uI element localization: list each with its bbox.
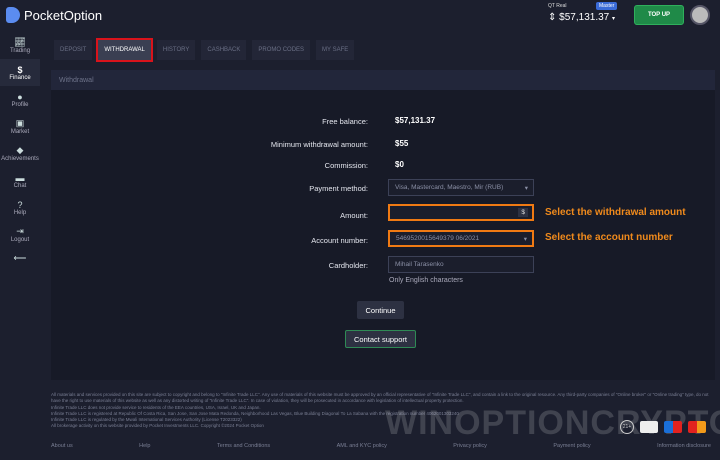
footer-link-help[interactable]: Help bbox=[139, 443, 150, 449]
commission-value: $0 bbox=[395, 160, 404, 169]
chevron-down-icon: ▾ bbox=[612, 16, 616, 22]
annotation-account: Select the account number bbox=[545, 232, 673, 243]
amount-label: Amount: bbox=[340, 211, 368, 220]
sidebar-item-help[interactable]: ? Help bbox=[0, 194, 40, 221]
logo-icon bbox=[6, 7, 20, 23]
account-badge: Master bbox=[596, 2, 618, 10]
sidebar-item-label: Chat bbox=[13, 182, 27, 189]
tab-history[interactable]: HISTORY bbox=[156, 40, 196, 60]
top-up-label: TOP UP bbox=[647, 12, 671, 18]
contact-support-button[interactable]: Contact support bbox=[345, 330, 416, 348]
tab-promo-codes[interactable]: PROMO CODES bbox=[252, 40, 311, 60]
withdrawal-panel: Withdrawal Free balance: $57,131.37 Mini… bbox=[51, 70, 715, 380]
cardholder-value: Mihail Tarasenko bbox=[395, 261, 444, 268]
tab-deposit[interactable]: DEPOSIT bbox=[54, 40, 93, 60]
footer-link-about[interactable]: About us bbox=[51, 443, 73, 449]
account-number-value: 5469520015649379 06/2021 bbox=[396, 235, 480, 242]
cardholder-input[interactable]: Mihail Tarasenko bbox=[388, 256, 534, 273]
sidebar: 📈︎ Trading $ Finance ● Profile ▣ Market ◆ Ach… bbox=[0, 32, 40, 272]
sidebar-item-chat[interactable]: ▬ Chat bbox=[0, 167, 40, 194]
age-badge: 21+ bbox=[620, 420, 634, 434]
finance-tabs: DEPOSIT WITHDRAWAL HISTORY CASHBACK PROM… bbox=[54, 38, 355, 62]
diamond-icon: ◆ bbox=[16, 145, 24, 155]
chevron-down-icon: ▾ bbox=[524, 184, 528, 192]
account-number-select[interactable]: 5469520015649379 06/2021 ▾ bbox=[388, 230, 534, 247]
panel-title: Withdrawal bbox=[51, 70, 715, 90]
balance-value: $57,131.37 bbox=[559, 12, 610, 23]
sidebar-item-label: Trading bbox=[9, 48, 31, 54]
currency-label: $ bbox=[518, 208, 528, 217]
payment-method-value: Visa, Mastercard, Maestro, Mir (RUB) bbox=[395, 184, 504, 191]
mastercard-icon bbox=[688, 421, 706, 433]
logo[interactable]: PocketOption bbox=[6, 7, 102, 23]
annotation-amount: Select the withdrawal amount bbox=[545, 207, 686, 218]
tab-cashback[interactable]: CASHBACK bbox=[201, 40, 247, 60]
sidebar-item-label: Profile bbox=[11, 101, 29, 108]
balance: ⇕ $57,131.37 ▾ bbox=[548, 12, 616, 23]
sidebar-item-trading[interactable]: 📈︎ Trading bbox=[0, 32, 40, 59]
top-bar: PocketOption QT Real ⇕ $57,131.37 ▾ Maste… bbox=[0, 0, 720, 32]
maestro-icon bbox=[664, 421, 682, 433]
chart-icon: 📈︎ bbox=[14, 37, 26, 47]
free-balance-value: $57,131.37 bbox=[395, 116, 436, 125]
footer-link-terms[interactable]: Terms and Conditions bbox=[217, 443, 270, 449]
sidebar-item-finance[interactable]: $ Finance bbox=[0, 59, 40, 86]
brand-name: PocketOption bbox=[24, 7, 103, 23]
cardholder-label: Cardholder: bbox=[328, 261, 368, 270]
tab-withdrawal[interactable]: WITHDRAWAL bbox=[96, 38, 153, 62]
person-icon: ● bbox=[17, 91, 23, 102]
payment-method-label: Payment method: bbox=[309, 184, 368, 193]
sidebar-item-achievements[interactable]: ◆ Achievements bbox=[0, 140, 40, 167]
top-up-button[interactable]: TOP UP bbox=[634, 5, 684, 25]
collapse-sidebar-button[interactable]: ⟵ bbox=[0, 248, 40, 268]
cardholder-hint: Only English characters bbox=[389, 277, 463, 284]
sidebar-item-label: Achievements bbox=[1, 156, 39, 162]
sidebar-item-label: Help bbox=[13, 209, 27, 216]
amount-input[interactable]: $ bbox=[388, 204, 534, 221]
dollar-icon: $ bbox=[17, 64, 23, 75]
cart-icon: ▣ bbox=[15, 118, 25, 128]
continue-button[interactable]: Continue bbox=[357, 301, 404, 319]
visa-icon bbox=[640, 421, 658, 433]
sidebar-item-label: Logout bbox=[10, 237, 30, 243]
footer-link-privacy[interactable]: Privacy policy bbox=[453, 443, 487, 449]
logout-icon: ⇥ bbox=[16, 226, 24, 236]
free-balance-label: Free balance: bbox=[322, 117, 368, 126]
payment-method-select[interactable]: Visa, Mastercard, Maestro, Mir (RUB) ▾ bbox=[388, 179, 534, 196]
min-withdrawal-label: Minimum withdrawal amount: bbox=[270, 140, 368, 149]
avatar[interactable] bbox=[690, 5, 710, 25]
payment-logos: 21+ bbox=[620, 420, 706, 434]
chat-icon: ▬ bbox=[15, 172, 25, 183]
min-withdrawal-value: $55 bbox=[395, 139, 409, 148]
chevron-down-icon: ▾ bbox=[523, 235, 527, 243]
arrow-left-icon: ⟵ bbox=[13, 252, 27, 263]
footer-link-aml[interactable]: AML and KYC policy bbox=[337, 443, 387, 449]
sidebar-item-profile[interactable]: ● Profile bbox=[0, 86, 40, 113]
footer-link-payment[interactable]: Payment policy bbox=[553, 443, 590, 449]
sidebar-item-label: Market bbox=[10, 129, 30, 135]
tab-my-safe[interactable]: MY SAFE bbox=[316, 40, 355, 60]
commission-label: Commission: bbox=[324, 161, 368, 170]
sidebar-item-market[interactable]: ▣ Market bbox=[0, 113, 40, 140]
sidebar-item-label: Finance bbox=[9, 74, 31, 81]
footer-links: About us Help Terms and Conditions AML a… bbox=[51, 443, 711, 449]
legal-text: All materials and services provided on t… bbox=[51, 392, 709, 404]
help-icon: ? bbox=[17, 199, 23, 210]
account-number-label: Account number: bbox=[311, 236, 368, 245]
sidebar-item-logout[interactable]: ⇥ Logout bbox=[0, 221, 40, 248]
footer-link-disclosure[interactable]: Information disclosure bbox=[657, 443, 711, 449]
